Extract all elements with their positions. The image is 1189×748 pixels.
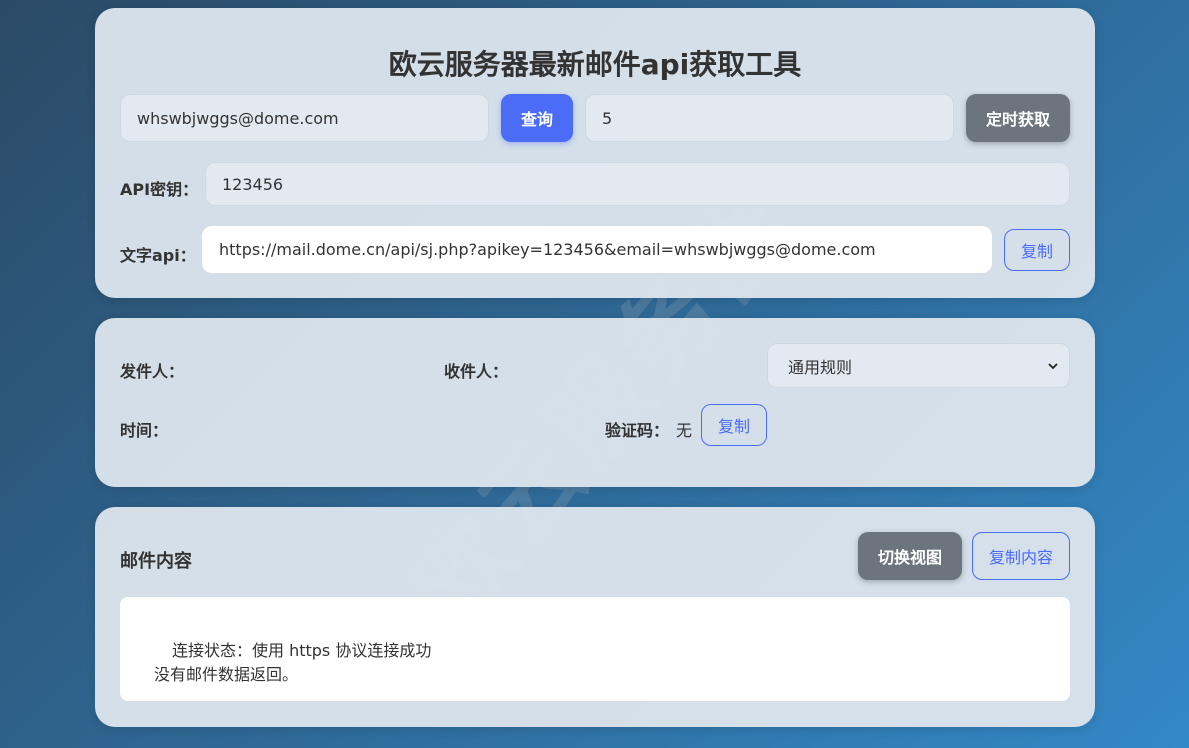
query-card: 欧云服务器最新邮件api获取工具 whswbjwggs@dome.com 查询 … [95, 8, 1095, 298]
api-key-label: API密钥： [120, 180, 199, 199]
api-key-input[interactable]: 123456 [205, 162, 1070, 206]
mail-content-body: 连接状态：使用 https 协议连接成功 没有邮件数据返回。 [120, 597, 1070, 701]
query-button[interactable]: 查询 [501, 94, 573, 142]
chevron-down-icon [1048, 362, 1058, 369]
copy-content-button[interactable]: 复制内容 [972, 532, 1070, 580]
timer-fetch-button[interactable]: 定时获取 [966, 94, 1070, 142]
text-api-label: 文字api： [120, 246, 196, 265]
email-input[interactable]: whswbjwggs@dome.com [120, 94, 489, 142]
verification-code-label: 验证码： [605, 421, 670, 440]
mail-content-card: 邮件内容 切换视图 复制内容 连接状态：使用 https 协议连接成功 没有邮件… [95, 507, 1095, 727]
interval-input[interactable]: 5 [585, 94, 954, 142]
rule-select[interactable]: 通用规则 [767, 343, 1070, 388]
switch-view-button[interactable]: 切换视图 [858, 532, 962, 580]
no-mail-text: 没有邮件数据返回。 [154, 665, 299, 684]
rule-select-value: 通用规则 [788, 357, 853, 377]
recipient-label: 收件人： [444, 362, 509, 381]
verification-code-value: 无 [676, 421, 693, 440]
mail-info-card: 发件人： 收件人： 通用规则 时间： 验证码： 无 复制 [95, 318, 1095, 487]
page-title: 欧云服务器最新邮件api获取工具 [388, 48, 802, 81]
time-label: 时间： [120, 421, 169, 440]
copy-code-button[interactable]: 复制 [701, 404, 767, 446]
copy-api-button[interactable]: 复制 [1004, 229, 1070, 271]
connection-status-text: 连接状态：使用 https 协议连接成功 [172, 641, 432, 660]
text-api-url-field[interactable]: https://mail.dome.cn/api/sj.php?apikey=1… [202, 226, 992, 273]
sender-label: 发件人： [120, 362, 185, 381]
mail-content-title: 邮件内容 [120, 551, 192, 572]
